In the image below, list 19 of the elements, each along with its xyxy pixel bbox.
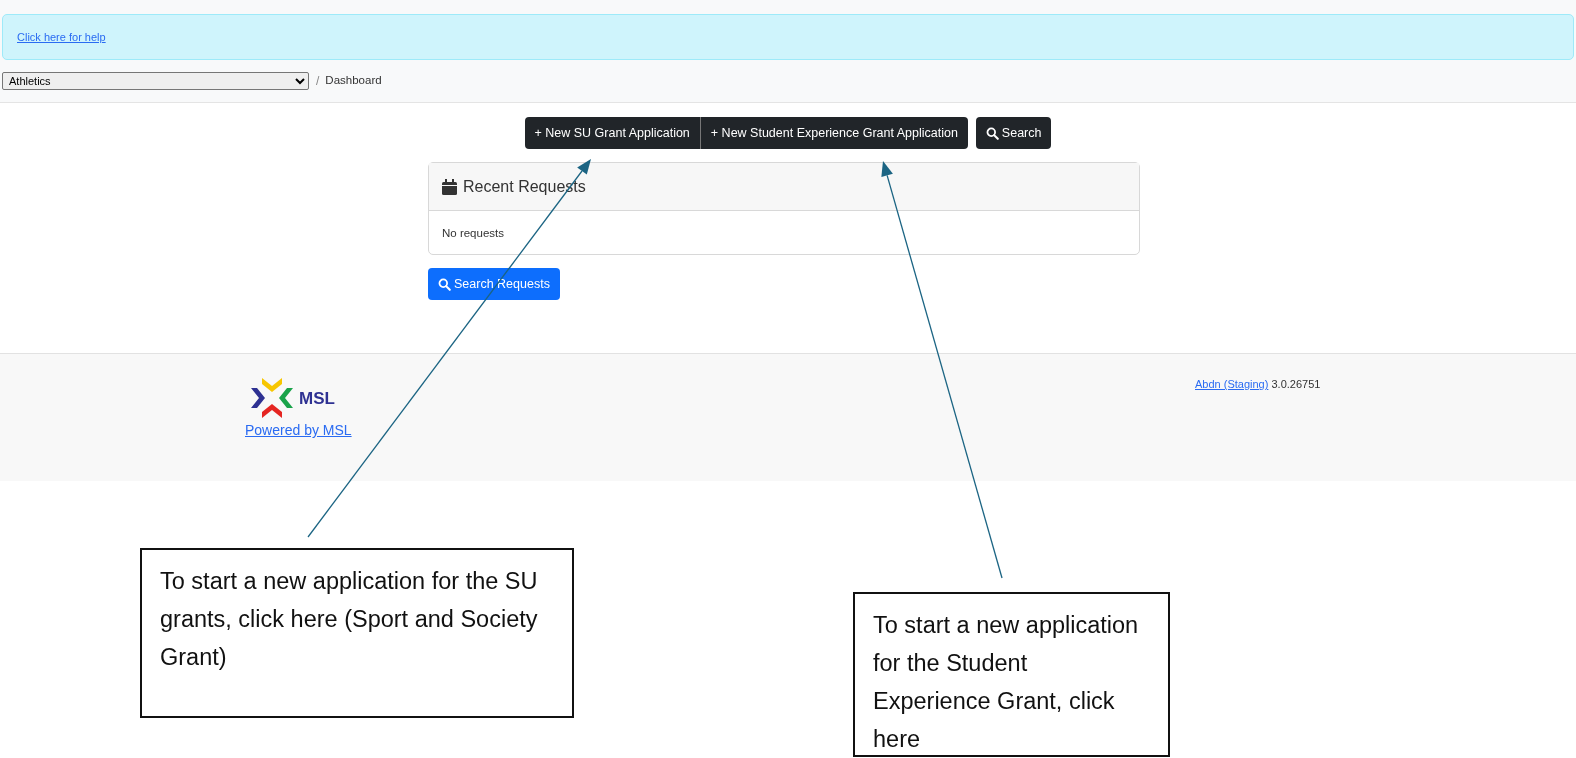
breadcrumb-separator: / — [316, 73, 320, 90]
logo-text: MSL — [299, 387, 335, 410]
logo-icon — [249, 376, 295, 421]
powered-by-link[interactable]: Powered by MSL — [245, 422, 352, 439]
annotation-callout: To start a new application for the SU grants, click here (Sport and Society Grant) — [140, 548, 574, 718]
search-button[interactable]: Search — [975, 117, 1052, 149]
version-text: 3.0.26751 — [1271, 378, 1321, 391]
annotation-callout: To start a new application for the Student Experience Grant, click here — [853, 592, 1170, 757]
search-icon — [985, 126, 999, 140]
search-requests-button[interactable]: Search Requests — [428, 268, 560, 301]
group-select[interactable]: Athletics — [2, 72, 309, 90]
help-link[interactable]: Click here for help — [17, 28, 106, 46]
empty-message: No requests — [442, 227, 504, 239]
search-icon — [438, 277, 451, 291]
new-application-button[interactable]: + New Student Experience Grant Application — [700, 117, 968, 149]
calendar-icon — [442, 178, 457, 195]
new-application-button[interactable]: + New SU Grant Application — [524, 117, 701, 149]
breadcrumb-current: Dashboard — [325, 73, 382, 89]
site-link[interactable]: Abdn (Staging) — [1195, 378, 1269, 391]
